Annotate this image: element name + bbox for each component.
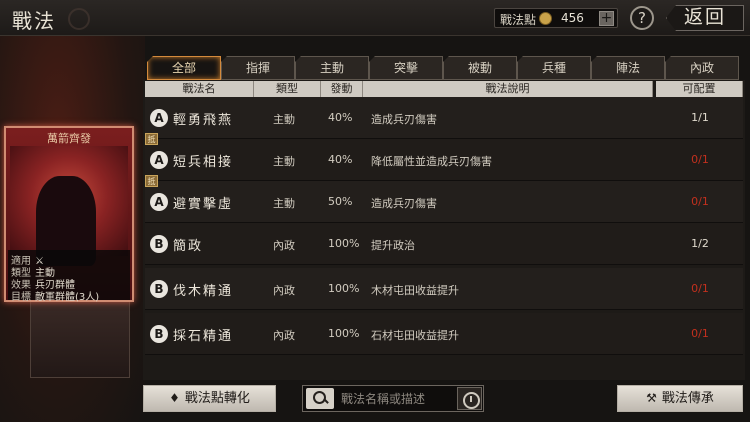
grade-badge: B xyxy=(150,325,168,343)
card-tactic-name: 萬箭齊發 xyxy=(47,132,91,145)
tactic-type: 內政 xyxy=(273,239,295,252)
page-title: 戰法 xyxy=(12,9,56,33)
tactic-rate: 40% xyxy=(328,111,353,124)
tactic-points-label: 戰法點 xyxy=(500,13,537,27)
back-button[interactable]: 返回 xyxy=(666,5,744,31)
tactic-type: 主動 xyxy=(273,197,295,210)
decorative-swirl-icon xyxy=(68,8,90,30)
tactic-type: 主動 xyxy=(273,113,295,126)
tactic-desc: 石材屯田收益提升 xyxy=(371,329,459,342)
tactic-avail: 0/1 xyxy=(691,327,709,340)
col-type[interactable]: 類型 xyxy=(254,81,321,97)
tab-all[interactable]: 全部 xyxy=(147,56,221,80)
col-avail[interactable]: 可配置 xyxy=(656,81,743,97)
col-desc: 戰法說明 xyxy=(363,81,653,97)
hammer-icon: ⚒ xyxy=(646,391,657,405)
grade-badge: A xyxy=(150,109,168,127)
tab-troop[interactable]: 兵種 xyxy=(517,56,591,80)
tactic-desc: 木材屯田收益提升 xyxy=(371,284,459,297)
tactic-rate: 50% xyxy=(328,195,353,208)
tab-passive[interactable]: 被動 xyxy=(443,56,517,80)
flame-icon: ♦ xyxy=(169,391,180,405)
search-icon[interactable] xyxy=(306,388,334,409)
tactic-desc: 造成兵刃傷害 xyxy=(371,197,437,210)
tab-command[interactable]: 指揮 xyxy=(221,56,295,80)
top-bar: 戰法 戰法點 456 + ? 返回 xyxy=(0,0,750,36)
help-button[interactable]: ? xyxy=(630,6,654,30)
tactic-avail: 0/1 xyxy=(691,195,709,208)
tactic-rate: 40% xyxy=(328,153,353,166)
resist-tag: 抵 xyxy=(145,133,158,145)
tactic-type: 內政 xyxy=(273,284,295,297)
tactic-avail: 0/1 xyxy=(691,282,709,295)
col-name[interactable]: 戰法名 xyxy=(145,81,254,97)
tab-internal[interactable]: 內政 xyxy=(665,56,739,80)
tactic-avail: 0/1 xyxy=(691,153,709,166)
card-row-target: 目標 敵軍群體(3人) xyxy=(11,292,100,303)
table-row[interactable]: B 採石精通 內政 100% 石材屯田收益提升 0/1 xyxy=(145,313,743,355)
grade-badge: B xyxy=(150,280,168,298)
secondary-card[interactable] xyxy=(30,300,130,378)
tactic-rate: 100% xyxy=(328,327,360,340)
col-rate[interactable]: 發動 xyxy=(321,81,363,97)
tactic-type: 內政 xyxy=(273,329,295,342)
tactic-name: 避實擊虛 xyxy=(173,197,234,212)
tactic-name: 採石精通 xyxy=(173,329,234,344)
tactic-point-coin-icon xyxy=(539,12,552,25)
selected-tactic-card[interactable]: 萬箭齊發 適用 ⚔ 類型 主動 效果 兵刃群體 目標 敵軍群體(3人) xyxy=(4,126,134,303)
tab-active[interactable]: 主動 xyxy=(295,56,369,80)
table-row[interactable]: B 伐木精通 內政 100% 木材屯田收益提升 0/1 xyxy=(145,268,743,310)
tactic-desc: 造成兵刃傷害 xyxy=(371,113,437,126)
tactic-desc: 提升政治 xyxy=(371,239,415,252)
inherit-tactic-button[interactable]: ⚒ 戰法傳承 xyxy=(617,385,743,412)
resist-tag: 抵 xyxy=(145,175,158,187)
card-artwork xyxy=(10,146,128,266)
grade-badge: B xyxy=(150,235,168,253)
category-tabs: 全部 指揮 主動 突擊 被動 兵種 陣法 內政 xyxy=(145,56,745,80)
table-row[interactable]: A 抵 短兵相接 主動 40% 降低屬性並造成兵刃傷害 0/1 xyxy=(145,133,743,181)
tactic-avail: 1/1 xyxy=(691,111,709,124)
grade-badge: A xyxy=(150,151,168,169)
grade-badge: A xyxy=(150,193,168,211)
tactic-name: 短兵相接 xyxy=(173,155,234,170)
search-placeholder: 戰法名稱或描述 xyxy=(341,392,426,406)
tactic-rate: 100% xyxy=(328,237,360,250)
tactic-rate: 100% xyxy=(328,282,360,295)
tactic-avail: 1/2 xyxy=(691,237,709,250)
tactic-points-value: 456 xyxy=(561,11,584,25)
table-row[interactable]: A 輕勇飛燕 主動 40% 造成兵刃傷害 1/1 xyxy=(145,97,743,139)
tactic-name: 輕勇飛燕 xyxy=(173,113,234,128)
history-clock-icon[interactable] xyxy=(457,387,482,410)
tactic-name: 伐木精通 xyxy=(173,284,234,299)
tab-formation[interactable]: 陣法 xyxy=(591,56,665,80)
tactic-desc: 降低屬性並造成兵刃傷害 xyxy=(371,155,492,168)
card-info: 適用 ⚔ 類型 主動 效果 兵刃群體 目標 敵軍群體(3人) xyxy=(8,250,130,303)
tactic-points-display: 戰法點 456 + xyxy=(494,8,618,28)
table-row[interactable]: B 簡政 內政 100% 提升政治 1/2 xyxy=(145,223,743,265)
table-row[interactable]: A 抵 避實擊虛 主動 50% 造成兵刃傷害 0/1 xyxy=(145,175,743,223)
tab-assault[interactable]: 突擊 xyxy=(369,56,443,80)
tactic-type: 主動 xyxy=(273,155,295,168)
tactic-name: 簡政 xyxy=(173,239,204,254)
add-points-button[interactable]: + xyxy=(599,11,614,26)
convert-points-button[interactable]: ♦ 戰法點轉化 xyxy=(143,385,276,412)
